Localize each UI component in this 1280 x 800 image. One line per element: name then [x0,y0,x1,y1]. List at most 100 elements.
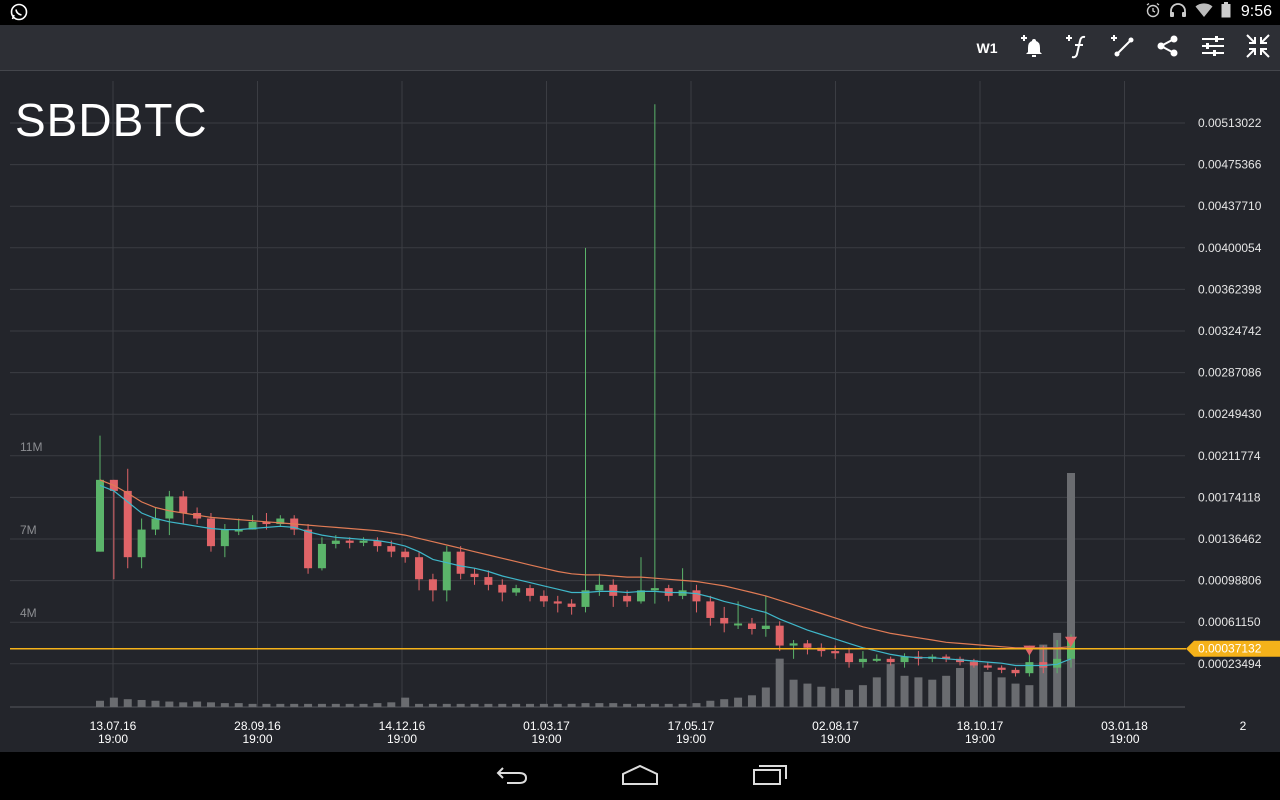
candle-body [650,588,659,591]
x-tick-date: 2 [1240,719,1247,733]
y-tick-label: 0.00211774 [1198,449,1261,463]
volume-bar [304,703,313,707]
candle-body [123,490,132,558]
recents-button[interactable] [740,760,800,794]
candlestick-chart[interactable]: 0.00037132 0.00513022 0.00475366 0.0043771… [0,71,1280,752]
candle-body [484,577,493,585]
volume-bar [234,703,243,707]
x-tick-date: 18.10.17 [957,719,1004,733]
volume-bar [387,702,396,707]
volume-bar [179,702,188,707]
volume-bar [956,668,965,707]
y-tick-label: 0.00061150 [1198,615,1261,629]
candle-body [789,643,798,646]
axes-labels: 0.00513022 0.00475366 0.00437710 0.00400054… [20,116,1262,746]
volume-bar [997,677,1006,707]
add-drawing-icon [1109,32,1137,64]
back-button[interactable] [482,760,542,794]
volume-bar [276,703,285,707]
y-tick-label: 0.00513022 [1198,116,1262,130]
volume-bar [942,675,951,707]
volume-bar [442,703,451,707]
volume-bar [900,675,909,707]
volume-bar [206,702,215,707]
volume-bar [359,703,368,707]
add-alert-button[interactable] [1013,25,1053,70]
candle-body [442,551,451,591]
y-tick-label: 0.00362398 [1198,282,1262,296]
candle-body [304,529,313,569]
volume-bar [456,703,465,707]
volume-bar [373,703,382,707]
share-icon [1155,33,1181,63]
x-tick-time: 19:00 [387,732,417,746]
volume-bar [109,697,118,707]
volume-bar [415,703,424,707]
symbol-title: SBDBTC [15,94,208,146]
volume-bar [650,703,659,707]
volume-bar [1025,685,1034,707]
candle-body [872,658,881,661]
add-drawing-button[interactable] [1103,25,1143,70]
x-tick-time: 19:00 [242,732,272,746]
volume-bar [290,703,299,707]
candle-body [775,625,784,646]
volume-bar [678,703,687,707]
candle-body [179,496,188,513]
volume-bar [220,703,229,707]
add-indicator-button[interactable] [1058,25,1098,70]
status-bar: 9:56 [0,0,1280,25]
volume-bar [595,703,604,707]
candle-body [539,595,548,602]
y-tick-label: 0.00475366 [1198,158,1262,172]
candle-body [761,625,770,629]
candle-body [747,623,756,629]
x-tick-time: 19:00 [676,732,706,746]
volume-bar [345,703,354,707]
home-button[interactable] [610,760,670,794]
x-tick-date: 17.05.17 [668,719,715,733]
alarm-icon [1145,2,1161,22]
volume-bar [789,679,798,707]
candles [96,104,1077,677]
candle-body [845,653,854,663]
candle-body [359,540,368,543]
headphones-icon [1169,2,1187,22]
candle-body [96,479,104,552]
x-tick-date: 14.12.16 [379,719,426,733]
y-tick-label: 0.00437710 [1198,199,1262,213]
x-tick-time: 19:00 [1109,732,1139,746]
x-tick-time: 19:00 [820,732,850,746]
volume-bar [775,658,784,707]
candle-body [983,665,992,668]
x-tick-time: 19:00 [965,732,995,746]
volume-bar [193,701,202,707]
volume-bar [401,697,410,707]
volume-bar [817,686,826,707]
candle-body [498,584,507,593]
collapse-icon [1245,33,1271,63]
candle-body [165,496,174,519]
candle-body [886,658,895,663]
candle-body [595,584,604,591]
collapse-button[interactable] [1238,25,1278,70]
volume-bar [1011,683,1020,707]
sell-signal-marker [1023,645,1036,656]
volume-bar [858,685,867,707]
current-price-line: 0.00037132 [10,640,1280,657]
volume-scale-label: 4M [20,606,37,620]
candle-body [151,518,160,530]
candle-body [345,540,354,543]
candle-body [206,518,215,547]
volume-bar [512,703,521,707]
share-button[interactable] [1148,25,1188,70]
chart-settings-button[interactable] [1193,25,1233,70]
candle-body [720,617,729,624]
timeframe-button[interactable]: W1 [967,25,1007,70]
candle-body [512,588,521,593]
volume-bar [983,671,992,707]
x-tick-date: 28.09.16 [234,719,281,733]
add-indicator-icon [1064,32,1092,64]
volume-bar [331,703,340,707]
chart-area[interactable]: 0.00037132 0.00513022 0.00475366 0.0043771… [0,71,1280,752]
